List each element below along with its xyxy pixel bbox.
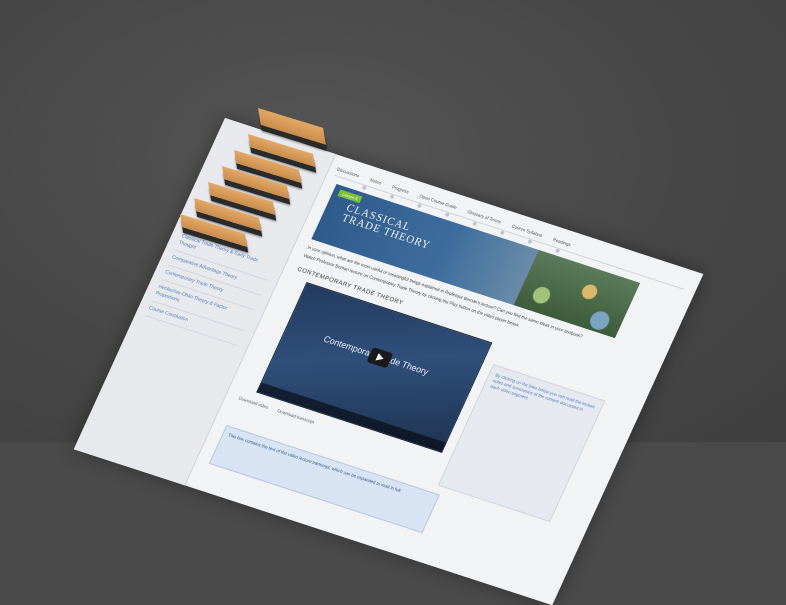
tab-dot[interactable] [554, 248, 561, 254]
tab-dot[interactable] [472, 221, 478, 227]
tab-dot[interactable] [416, 203, 423, 209]
tab-dot[interactable] [444, 212, 450, 218]
notes-text: By clicking on the links below you can r… [489, 372, 596, 412]
download-video-link[interactable]: Download video [238, 395, 270, 409]
tab-dot[interactable] [499, 230, 506, 236]
lesson-tag: Lesson 5 [337, 189, 363, 204]
sidebar-links: Classical Trade Theory & Early Trade Tho… [145, 229, 277, 347]
download-transcript-link[interactable]: Download transcript [277, 408, 316, 425]
tab-dot[interactable] [527, 239, 533, 245]
nav-item-discussions[interactable]: Discussions [336, 166, 360, 178]
tab-dot[interactable] [389, 194, 395, 200]
tab-dot[interactable] [361, 185, 368, 191]
